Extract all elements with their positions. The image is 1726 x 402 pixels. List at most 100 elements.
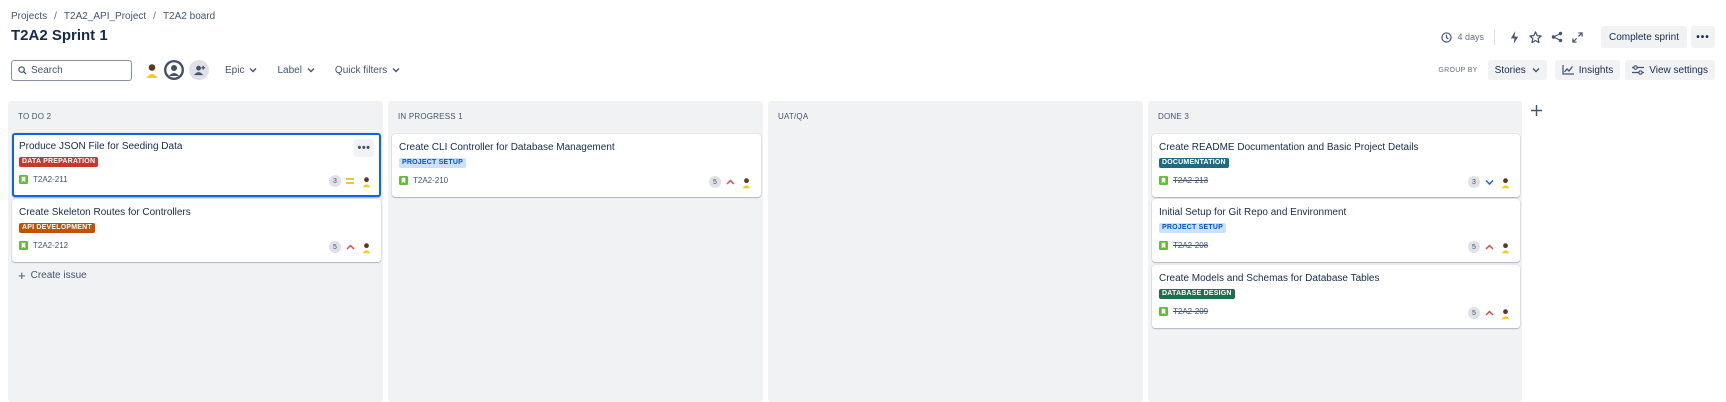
filter-quick[interactable]: Quick filters: [335, 65, 400, 76]
issue-label[interactable]: DATABASE DESIGN: [1159, 289, 1235, 299]
chevron-down-icon: [249, 68, 257, 73]
assignee-avatar-icon[interactable]: [739, 175, 753, 189]
insights-button[interactable]: Insights: [1554, 60, 1621, 80]
assignee-avatar-icon[interactable]: [1498, 306, 1512, 320]
filter-epic-label: Epic: [225, 64, 245, 76]
breadcrumb-projects[interactable]: Projects: [11, 11, 47, 22]
issue-title: Produce JSON File for Seeding Data: [19, 141, 183, 152]
issue-key-text: T2A2-208: [1173, 241, 1209, 250]
avatar[interactable]: [142, 60, 162, 80]
create-issue-label: Create issue: [30, 270, 87, 281]
filter-epic[interactable]: Epic: [225, 65, 257, 76]
add-people-button[interactable]: [189, 60, 209, 80]
breadcrumb-project[interactable]: T2A2_API_Project: [64, 11, 146, 22]
issue-meta: 5: [1468, 240, 1512, 254]
search-icon: [18, 65, 27, 75]
issue-key[interactable]: T2A2-211: [19, 175, 68, 184]
story-points-badge: 5: [709, 176, 721, 188]
assignee-avatar-icon[interactable]: [1498, 240, 1512, 254]
complete-sprint-button[interactable]: Complete sprint: [1600, 26, 1687, 48]
story-icon: [1159, 176, 1168, 185]
assignee-avatar-icon[interactable]: [1498, 175, 1512, 189]
user-silhouette-icon: [166, 62, 182, 78]
plus-icon: +: [18, 267, 26, 283]
assignee-avatars: [142, 60, 211, 80]
plus-icon: [1530, 104, 1542, 116]
group-by-label: GROUP BY: [1438, 66, 1478, 74]
more-actions-button[interactable]: •••: [1691, 26, 1715, 48]
add-column-button[interactable]: [1527, 101, 1545, 119]
view-settings-label: View settings: [1649, 64, 1708, 76]
priority-high-icon: [723, 176, 737, 188]
breadcrumb: Projects / T2A2_API_Project / T2A2 board: [11, 11, 215, 22]
column-uat-qa: UAT/QA: [768, 101, 1143, 402]
breadcrumb-separator: /: [153, 11, 156, 22]
story-points-badge: 3: [329, 175, 341, 187]
sprint-days-remaining[interactable]: 4 days: [1441, 31, 1484, 43]
chevron-down-icon: [1532, 68, 1540, 73]
star-button[interactable]: [1526, 27, 1546, 47]
issue-card[interactable]: Create README Documentation and Basic Pr…: [1152, 134, 1520, 197]
issue-key[interactable]: T2A2-210: [399, 176, 448, 185]
issue-key[interactable]: T2A2-212: [19, 241, 68, 250]
issue-key[interactable]: T2A2-213: [1159, 176, 1208, 185]
header-actions: 4 days Complete sprint •••: [1441, 26, 1715, 48]
priority-medium-icon: [343, 175, 357, 187]
issue-card[interactable]: Initial Setup for Git Repo and Environme…: [1152, 199, 1520, 262]
issue-title: Initial Setup for Git Repo and Environme…: [1159, 207, 1347, 218]
fullscreen-button[interactable]: [1568, 27, 1588, 47]
lightning-icon: [1511, 30, 1519, 44]
assignee-avatar-icon[interactable]: [359, 240, 373, 254]
breadcrumb-separator: /: [54, 11, 57, 22]
create-issue-button[interactable]: + Create issue: [18, 267, 87, 283]
avatar-icon: [143, 61, 161, 79]
issue-key[interactable]: T2A2-209: [1159, 307, 1208, 316]
chevron-down-icon: [392, 68, 400, 73]
issue-card[interactable]: Create CLI Controller for Database Manag…: [392, 134, 761, 197]
priority-low-icon: [1482, 176, 1496, 188]
expand-icon: [1572, 31, 1584, 43]
issue-meta: 5: [709, 175, 753, 189]
chevron-down-icon: [307, 68, 315, 73]
story-points-badge: 5: [1468, 241, 1480, 253]
priority-high-icon: [343, 241, 357, 253]
issue-label[interactable]: DOCUMENTATION: [1159, 158, 1229, 168]
issue-label[interactable]: DATA PREPARATION: [19, 157, 99, 167]
issue-key[interactable]: T2A2-208: [1159, 241, 1208, 250]
priority-high-icon: [1482, 241, 1496, 253]
story-points-badge: 3: [1468, 176, 1480, 188]
days-text: 4 days: [1457, 32, 1484, 42]
assignee-avatar-icon[interactable]: [359, 174, 373, 188]
share-button[interactable]: [1547, 27, 1567, 47]
story-points-badge: 5: [1468, 307, 1480, 319]
divider: [1493, 29, 1495, 45]
column-header: UAT/QA: [778, 112, 809, 121]
issue-title: Create CLI Controller for Database Manag…: [399, 142, 615, 153]
issue-card[interactable]: Create Skeleton Routes for Controllers A…: [12, 199, 381, 262]
issue-card[interactable]: Produce JSON File for Seeding Data DATA …: [12, 133, 381, 197]
column-header: TO DO 2: [18, 112, 52, 121]
search-field[interactable]: [11, 59, 132, 81]
filter-label[interactable]: Label: [277, 65, 315, 76]
issue-card[interactable]: Create Models and Schemas for Database T…: [1152, 265, 1520, 328]
board-view-controls: GROUP BY Stories Insights View settings: [1438, 59, 1715, 81]
column-header: IN PROGRESS 1: [398, 112, 463, 121]
view-settings-button[interactable]: View settings: [1625, 60, 1715, 80]
issue-key-text: T2A2-210: [413, 176, 449, 185]
issue-label[interactable]: PROJECT SETUP: [399, 158, 466, 168]
automation-button[interactable]: [1505, 27, 1525, 47]
card-more-button[interactable]: •••: [354, 139, 374, 157]
issue-label[interactable]: API DEVELOPMENT: [19, 223, 95, 233]
search-input[interactable]: [31, 64, 121, 76]
issue-label[interactable]: PROJECT SETUP: [1159, 223, 1226, 233]
avatar-unassigned[interactable]: [164, 60, 184, 80]
story-icon: [1159, 241, 1168, 250]
issue-meta: 5: [1468, 306, 1512, 320]
story-icon: [1159, 307, 1168, 316]
breadcrumb-board[interactable]: T2A2 board: [163, 11, 215, 22]
issue-title: Create README Documentation and Basic Pr…: [1159, 142, 1419, 153]
board-toolbar: Epic Label Quick filters: [11, 59, 400, 81]
column-header: DONE 3: [1158, 112, 1189, 121]
group-by-select[interactable]: Stories: [1487, 60, 1547, 80]
story-icon: [19, 175, 28, 184]
